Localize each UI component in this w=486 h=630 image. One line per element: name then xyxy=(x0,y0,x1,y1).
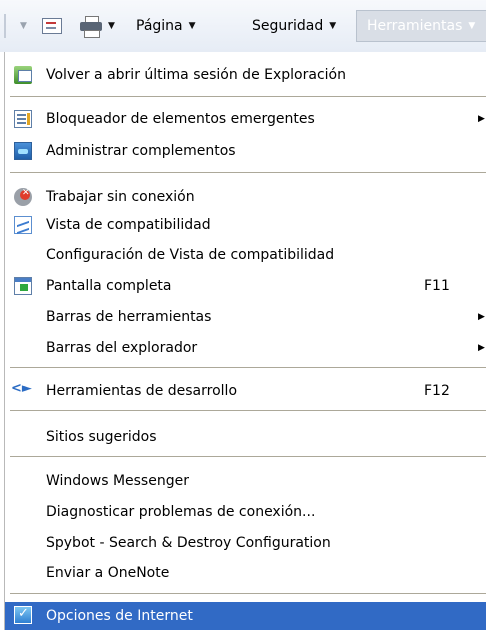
tools-menu-button[interactable]: Herramientas ▼ xyxy=(356,10,486,42)
menu-separator xyxy=(10,410,486,411)
full-screen-icon xyxy=(14,277,32,295)
submenu-arrow-icon: ▶ xyxy=(478,114,485,124)
feeds-button[interactable] xyxy=(42,0,62,52)
menu-item-label: Barras de herramientas xyxy=(46,309,212,325)
toolbar-separator xyxy=(4,14,6,38)
menu-item-windows-messenger[interactable]: Windows Messenger xyxy=(5,468,486,494)
submenu-arrow-icon: ▶ xyxy=(478,312,485,322)
menu-item-label: Herramientas de desarrollo xyxy=(46,383,238,399)
menu-item-label: Pantalla completa xyxy=(46,278,172,294)
compatibility-view-icon xyxy=(14,216,32,234)
work-offline-icon xyxy=(14,188,32,206)
chevron-down-icon: ▼ xyxy=(20,21,27,31)
command-bar: ▼ ▼ Página ▼ Seguridad ▼ Herramientas ▼ xyxy=(0,0,486,52)
menu-item-label: Sitios sugeridos xyxy=(46,429,157,445)
safety-menu-label: Seguridad xyxy=(252,18,324,34)
menu-item-label: Volver a abrir última sesión de Explorac… xyxy=(46,67,346,83)
page-menu-label: Página xyxy=(136,18,183,34)
menu-item-label: Barras del explorador xyxy=(46,340,198,356)
menu-item-label: Opciones de Internet xyxy=(46,608,193,624)
developer-tools-icon: <► xyxy=(11,381,32,396)
menu-item-spybot-configuration[interactable]: Spybot - Search & Destroy Configuration xyxy=(5,530,486,556)
menu-item-label: Configuración de Vista de compatibilidad xyxy=(46,247,335,263)
safety-menu-button[interactable]: Seguridad ▼ xyxy=(252,0,336,52)
tools-menu-label: Herramientas xyxy=(367,18,463,34)
menu-item-internet-options[interactable]: Opciones de Internet xyxy=(5,602,486,630)
menu-item-label: Enviar a OneNote xyxy=(46,565,170,581)
tools-menu: Volver a abrir última sesión de Explorac… xyxy=(4,52,486,630)
reopen-session-icon xyxy=(14,66,32,84)
menu-item-compatibility-view[interactable]: Vista de compatibilidad xyxy=(5,212,486,238)
chevron-down-icon: ▼ xyxy=(188,21,196,31)
feeds-icon xyxy=(42,18,62,34)
menu-item-full-screen[interactable]: Pantalla completa F11 xyxy=(5,273,486,299)
home-dropdown-button[interactable]: ▼ xyxy=(20,0,27,52)
menu-separator xyxy=(10,593,486,594)
menu-item-reopen-session[interactable]: Volver a abrir última sesión de Explorac… xyxy=(5,62,486,88)
menu-separator xyxy=(10,172,486,173)
menu-item-manage-addons[interactable]: Administrar complementos xyxy=(5,138,486,164)
submenu-arrow-icon: ▶ xyxy=(478,343,485,353)
popup-blocker-icon xyxy=(14,110,32,128)
menu-item-developer-tools[interactable]: <► Herramientas de desarrollo F12 xyxy=(5,378,486,404)
menu-item-label: Diagnosticar problemas de conexión... xyxy=(46,504,316,520)
manage-addons-icon xyxy=(14,142,32,160)
menu-item-work-offline[interactable]: Trabajar sin conexión xyxy=(5,184,486,210)
menu-item-compatibility-settings[interactable]: Configuración de Vista de compatibilidad xyxy=(5,242,486,268)
shortcut-label: F11 xyxy=(424,278,450,294)
menu-separator xyxy=(10,96,486,97)
menu-item-popup-blocker[interactable]: Bloqueador de elementos emergentes ▶ xyxy=(5,106,486,132)
menu-item-label: Bloqueador de elementos emergentes xyxy=(46,111,315,127)
shortcut-label: F12 xyxy=(424,383,450,399)
menu-item-suggested-sites[interactable]: Sitios sugeridos xyxy=(5,424,486,450)
menu-item-diagnose-connection[interactable]: Diagnosticar problemas de conexión... xyxy=(5,499,486,525)
page-menu-button[interactable]: Página ▼ xyxy=(136,0,196,52)
menu-item-label: Windows Messenger xyxy=(46,473,189,489)
print-dropdown-button[interactable]: ▼ xyxy=(108,0,115,52)
menu-item-label: Spybot - Search & Destroy Configuration xyxy=(46,535,331,551)
chevron-down-icon: ▼ xyxy=(329,21,337,31)
menu-item-toolbars[interactable]: Barras de herramientas ▶ xyxy=(5,304,486,330)
menu-item-send-to-onenote[interactable]: Enviar a OneNote xyxy=(5,560,486,586)
menu-separator xyxy=(10,456,486,457)
menu-item-label: Vista de compatibilidad xyxy=(46,217,211,233)
menu-item-label: Trabajar sin conexión xyxy=(46,189,195,205)
chevron-down-icon: ▼ xyxy=(468,21,476,31)
print-icon xyxy=(80,16,102,38)
menu-item-explorer-bars[interactable]: Barras del explorador ▶ xyxy=(5,335,486,361)
menu-item-label: Administrar complementos xyxy=(46,143,236,159)
menu-separator xyxy=(10,367,486,368)
internet-options-icon xyxy=(14,606,32,624)
print-button[interactable] xyxy=(80,0,102,52)
chevron-down-icon: ▼ xyxy=(108,21,115,31)
